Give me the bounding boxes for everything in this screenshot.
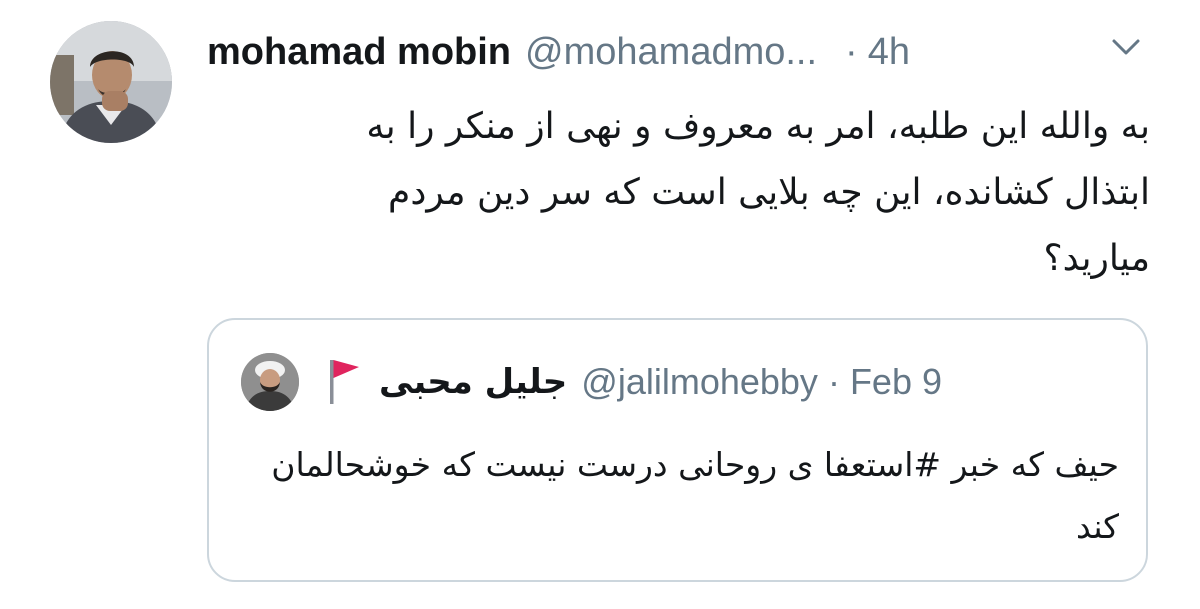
quoted-tweet-text: حیف که خبر #استعفا ی روحانی درست نیست که… [271,445,1119,546]
author-handle[interactable]: @mohamadmo... [525,31,817,74]
quoted-separator-dot: · [827,361,840,402]
tweet-text: به والله این طلبه، امر به معروف و نهی از… [366,106,1150,279]
quoted-tweet-timestamp[interactable]: Feb 9 [850,361,942,403]
quoted-author-handle[interactable]: @jalilmohebby [581,361,818,403]
quoted-author-name[interactable]: جلیل محبی [379,362,567,402]
quoted-tweet[interactable]: جلیل محبی @jalilmohebby · Feb 9 حیف که خ… [207,318,1148,582]
tweet-timestamp[interactable]: 4h [868,31,910,74]
separator-dot: · [845,30,858,73]
quoted-tweet-header: جلیل محبی @jalilmohebby · Feb 9 [327,352,942,412]
tweet-menu-button[interactable] [1108,34,1144,60]
author-avatar[interactable] [50,21,172,143]
quoted-author-avatar[interactable] [241,353,299,411]
user-avatar-photo [50,21,172,143]
cleric-avatar-photo [241,353,299,411]
red-flag-icon [327,356,361,408]
author-name[interactable]: mohamad mobin [207,31,511,74]
chevron-down-icon [1112,39,1140,55]
tweet-header: mohamad mobin @mohamadmo... · 4h [207,26,910,78]
